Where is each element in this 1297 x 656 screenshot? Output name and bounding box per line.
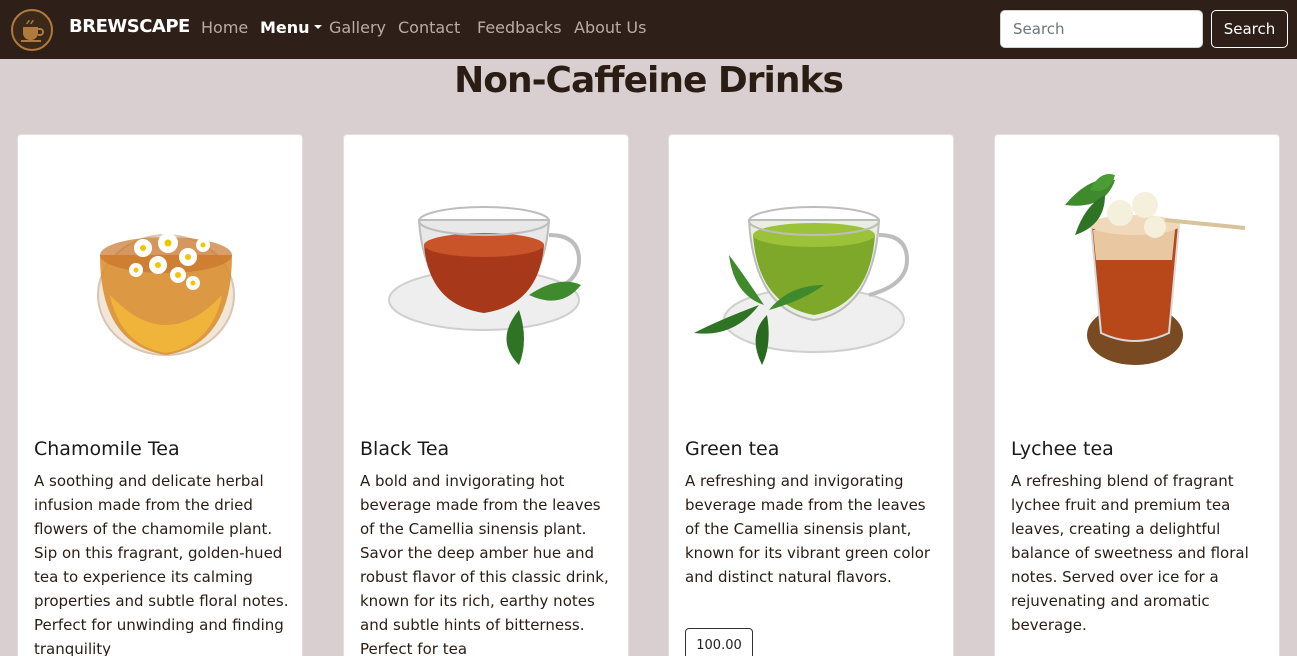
card-description: A bold and invigorating hot beverage mad…	[360, 472, 609, 656]
nav-link-gallery[interactable]: Gallery	[329, 18, 386, 37]
green-tea-image	[694, 206, 910, 365]
lychee-tea-image	[1065, 174, 1246, 365]
black-tea-image	[388, 206, 582, 365]
nav-link-home[interactable]: Home	[201, 18, 248, 37]
card-title: Lychee tea	[1011, 438, 1114, 460]
coffee-cup-logo-icon[interactable]	[11, 9, 53, 51]
brand-name[interactable]: BREWSCAPE	[69, 16, 190, 37]
product-card-lychee-tea[interactable]: Lychee tea A refreshing blend of fragran…	[994, 134, 1280, 656]
price-tag[interactable]: 100.00	[685, 628, 753, 656]
card-title: Black Tea	[360, 438, 450, 460]
card-title: Chamomile Tea	[34, 438, 180, 460]
nav-link-contact[interactable]: Contact	[398, 18, 460, 37]
search-input[interactable]	[1000, 10, 1203, 48]
nav-link-feedbacks[interactable]: Feedbacks	[477, 18, 562, 37]
nav-link-menu[interactable]: Menu	[260, 18, 322, 37]
product-card-black-tea[interactable]: Black Tea A bold and invigorating hot be…	[343, 134, 629, 656]
nav-link-about-us[interactable]: About Us	[574, 18, 646, 37]
card-title: Green tea	[685, 438, 780, 460]
product-card-green-tea[interactable]: Green tea A refreshing and invigorating …	[668, 134, 954, 656]
caret-down-icon	[313, 24, 322, 29]
card-description: A soothing and delicate herbal infusion …	[34, 472, 289, 656]
navbar: BREWSCAPE Home Menu Gallery Contact Feed…	[0, 0, 1297, 59]
search-button[interactable]: Search	[1211, 10, 1288, 48]
product-card-chamomile[interactable]: Chamomile Tea A soothing and delicate he…	[17, 134, 303, 656]
card-description: A refreshing and invigorating beverage m…	[685, 472, 931, 586]
page-title: Non-Caffeine Drinks	[454, 60, 844, 101]
nav-link-menu-label: Menu	[260, 18, 310, 37]
card-description: A refreshing blend of fragrant lychee fr…	[1011, 472, 1249, 634]
chamomile-tea-image	[97, 233, 235, 356]
